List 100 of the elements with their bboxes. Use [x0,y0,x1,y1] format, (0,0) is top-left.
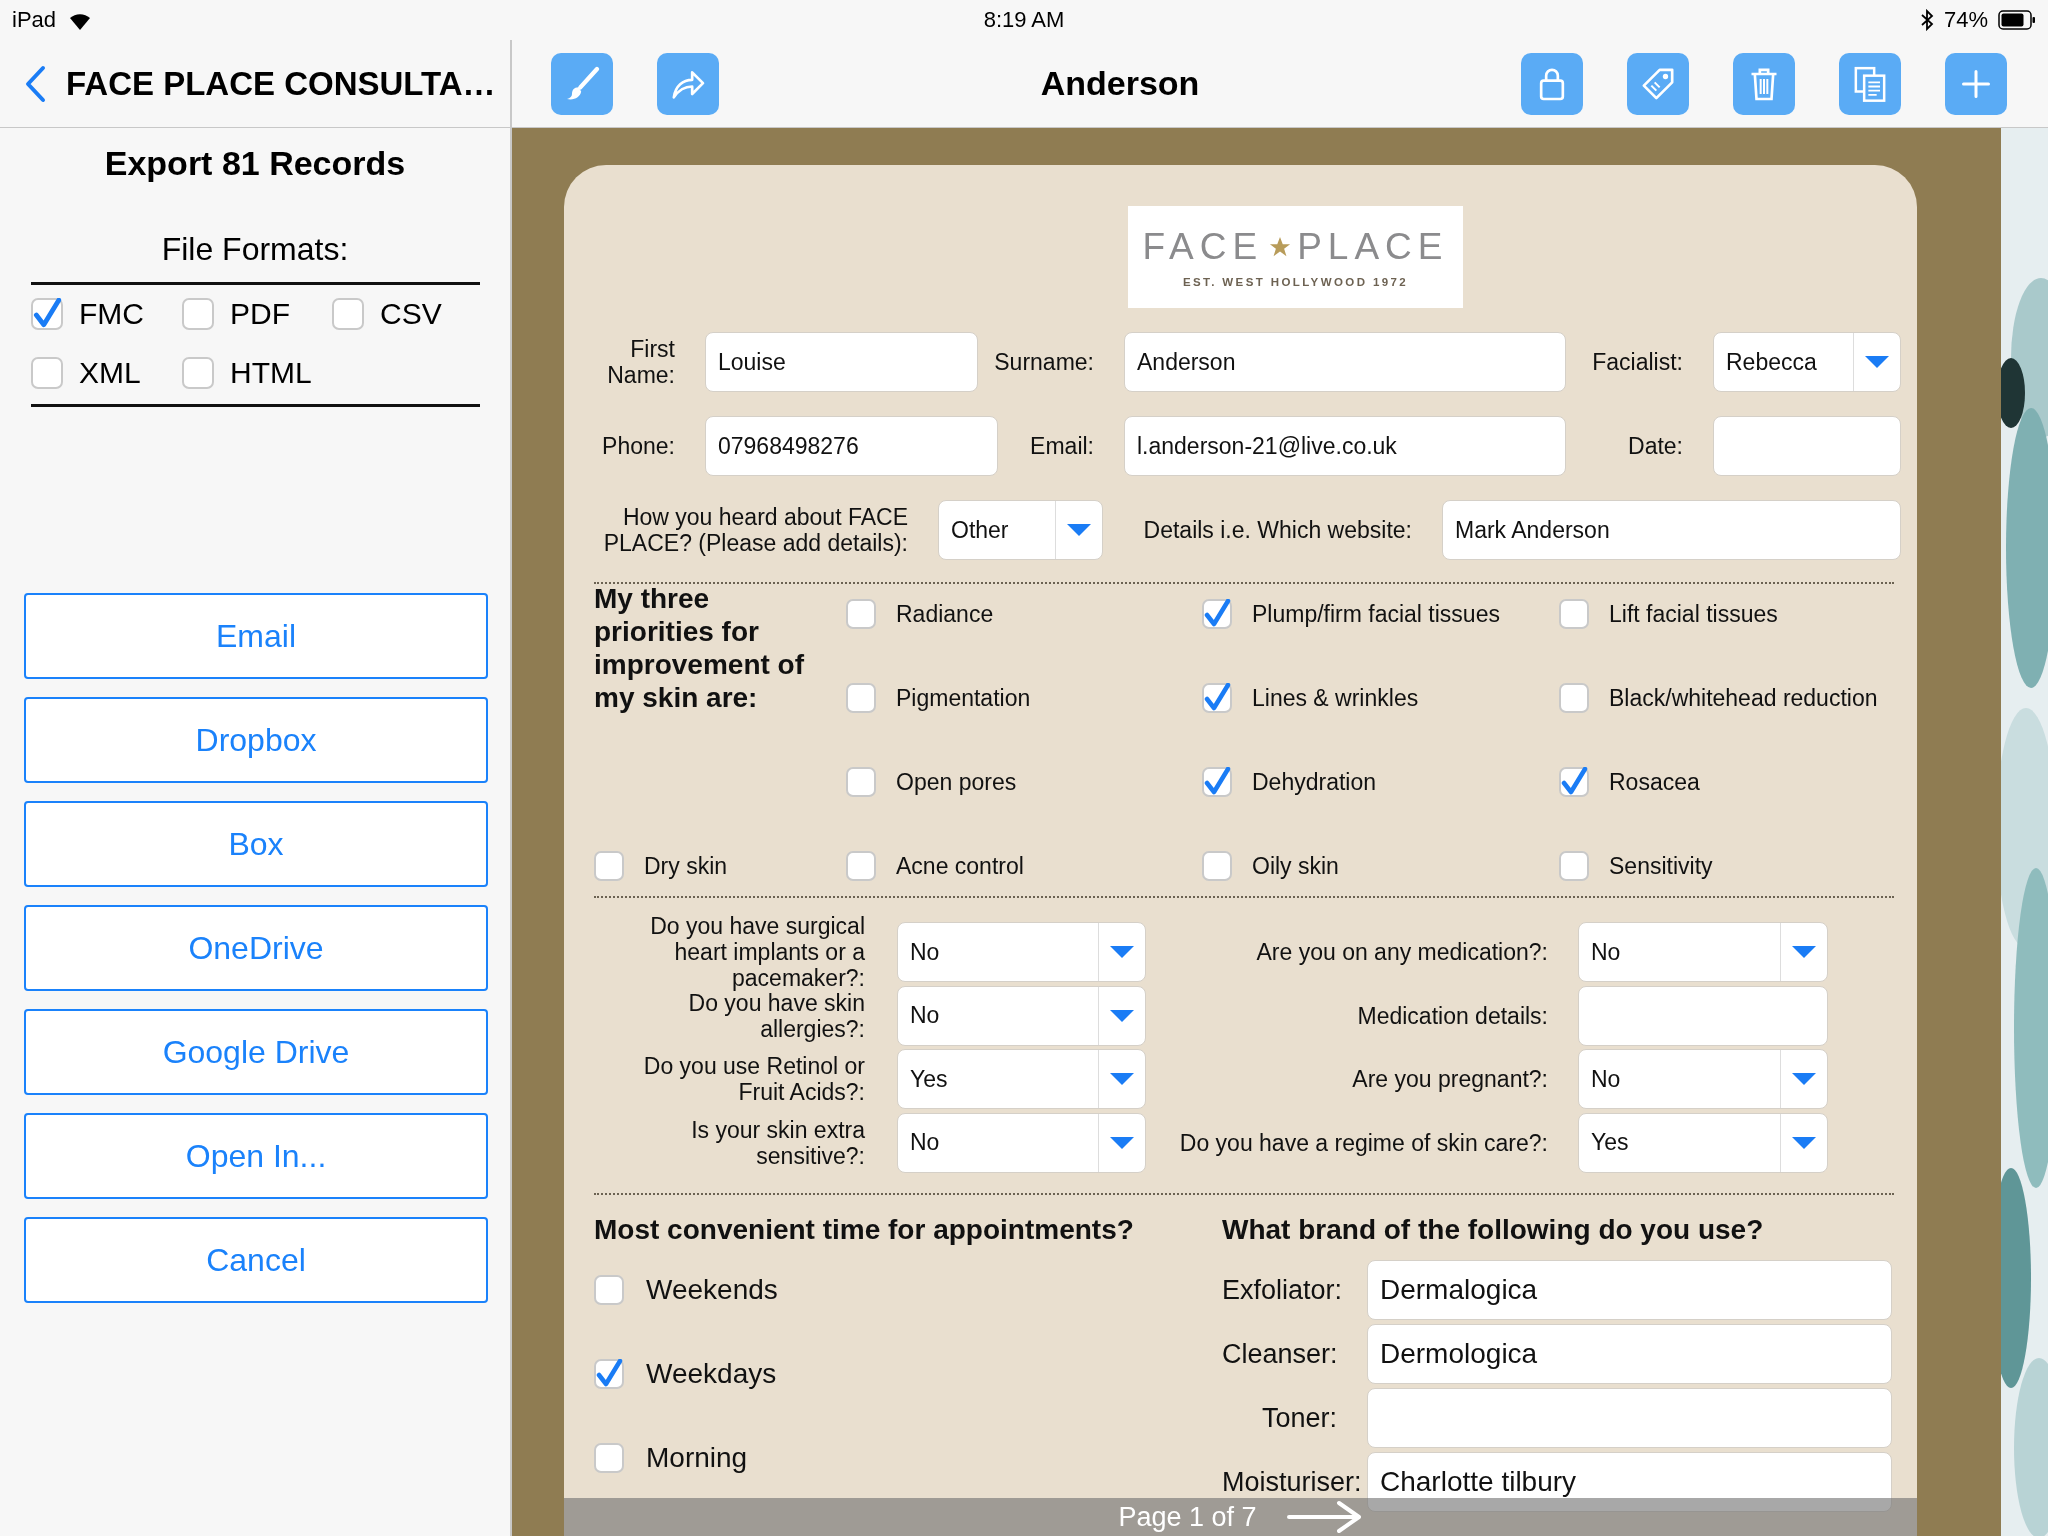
checkbox[interactable] [1559,851,1589,881]
caret-icon [1109,945,1135,959]
clock-time: 8:19 AM [983,7,1065,32]
back-button[interactable]: FACE PLACE CONSULTA… [24,64,496,103]
checkbox[interactable] [332,298,364,330]
section-heading: Most convenient time for appointments? [594,1212,1135,1247]
checkbox-label: Weekdays [646,1357,777,1390]
checkbox[interactable] [31,357,63,389]
export-button[interactable]: Email [24,593,488,679]
share-arrow-button[interactable] [657,52,719,115]
export-button[interactable]: Open In... [24,1113,488,1199]
field-label: Date: [1627,433,1684,459]
export-button[interactable]: Cancel [24,1217,488,1303]
caret-icon [1791,1072,1817,1086]
field-label: Moisturiser: [1222,1468,1363,1495]
battery-icon [1998,10,2036,30]
dropdown[interactable]: Other [938,500,1103,560]
field-label: How you heard about FACE PLACE? (Please add details): [602,504,909,556]
field-label: Phone: [601,433,676,459]
checkbox[interactable] [182,298,214,330]
checkbox-label: CSV [380,297,442,331]
text-field[interactable]: Charlotte tilbury [1367,1451,1892,1512]
text-field[interactable]: Dermalogica [1367,1259,1892,1320]
dropdown[interactable]: Yes [897,1049,1146,1109]
text-field[interactable]: Louise [705,332,978,392]
text-field[interactable]: l.anderson-21@live.co.uk [1124,416,1566,476]
export-button[interactable]: Google Drive [24,1009,488,1095]
checkbox[interactable] [594,851,624,881]
dropdown[interactable]: Yes [1578,1112,1828,1173]
device-name: iPad [12,7,57,33]
trash-button[interactable] [1733,52,1795,115]
caret-icon [1109,1072,1135,1086]
text-field[interactable]: Dermologica [1367,1323,1892,1384]
plus-button[interactable] [1945,52,2007,115]
checkbox-label: Dehydration [1252,768,1377,796]
field-label: Details i.e. Which website: [1142,517,1413,543]
text-field[interactable] [1713,416,1901,476]
checkbox-label: Open pores [896,768,1017,796]
caret-icon [1109,1008,1135,1023]
tag-button[interactable] [1627,52,1689,115]
question-label: Do you have surgical heart implants or a pacemaker?: [649,913,866,991]
text-field[interactable]: Anderson [1124,332,1566,392]
question-label: Medication details: [1356,1002,1549,1029]
field-label: Surname: [993,349,1095,375]
checkbox-label: HTML [230,356,312,390]
checkbox-label: Radiance [896,600,994,628]
field-label: Toner: [1260,1404,1338,1431]
dropdown[interactable]: No [1578,1049,1828,1109]
checkbox[interactable] [594,1442,624,1473]
text-field[interactable]: Mark Anderson [1442,500,1901,560]
checkbox[interactable] [846,599,876,629]
dropdown[interactable]: Rebecca [1713,332,1901,392]
checkbox-label: Oily skin [1252,852,1339,880]
dropdown[interactable]: No [897,1112,1146,1173]
checkbox-label: Black/whitehead reduction [1609,684,1878,712]
checkbox[interactable] [846,767,876,797]
checkbox[interactable] [1559,767,1589,797]
checkbox[interactable] [846,851,876,881]
caret-icon [1066,523,1092,537]
padlock-button[interactable] [1521,52,1583,115]
dropdown[interactable]: No [897,922,1146,982]
checkbox[interactable] [182,357,214,389]
checkbox-label: Dry skin [644,852,728,880]
export-heading: Export 81 Records [103,143,407,183]
dropdown[interactable]: No [897,985,1146,1046]
page-label: Page 1 of 7 [1118,1501,1257,1533]
checkbox-label: Weekends [646,1273,778,1306]
checkbox[interactable] [1559,683,1589,713]
checkbox[interactable] [594,1358,624,1389]
export-button[interactable]: OneDrive [24,905,488,991]
field-label: Email: [1029,433,1095,459]
field-label: First Name: [606,336,676,388]
question-label: Are you pregnant?: [1351,1066,1549,1092]
question-label: Do you use Retinol or Fruit Acids?: [642,1053,866,1105]
next-arrow-icon[interactable] [1286,1500,1363,1534]
dropdown[interactable]: No [1578,922,1828,982]
text-field[interactable]: 07968498276 [705,416,998,476]
checkbox-label: Pigmentation [896,684,1031,712]
documents-button[interactable] [1839,52,1901,115]
checkbox[interactable] [1202,851,1232,881]
brush-button[interactable] [551,52,613,115]
checkbox[interactable] [1202,767,1232,797]
checkbox[interactable] [1202,599,1232,629]
export-button[interactable]: Box [24,801,488,887]
text-field[interactable] [1367,1387,1892,1448]
text-field[interactable] [1578,985,1828,1046]
file-formats-label: File Formats: [160,230,350,269]
checkbox-label: Rosacea [1609,768,1700,796]
checkbox[interactable] [594,1274,624,1305]
checkbox[interactable] [1202,683,1232,713]
checkbox[interactable] [31,298,63,330]
bluetooth-icon [1919,9,1934,31]
back-chevron-icon [24,64,46,103]
field-label: Facialist: [1591,349,1684,375]
export-button[interactable]: Dropbox [24,697,488,783]
checkbox-label: Sensitivity [1609,852,1713,880]
caret-icon [1791,945,1817,959]
field-label: Cleanser: [1222,1340,1339,1367]
checkbox[interactable] [1559,599,1589,629]
checkbox[interactable] [846,683,876,713]
